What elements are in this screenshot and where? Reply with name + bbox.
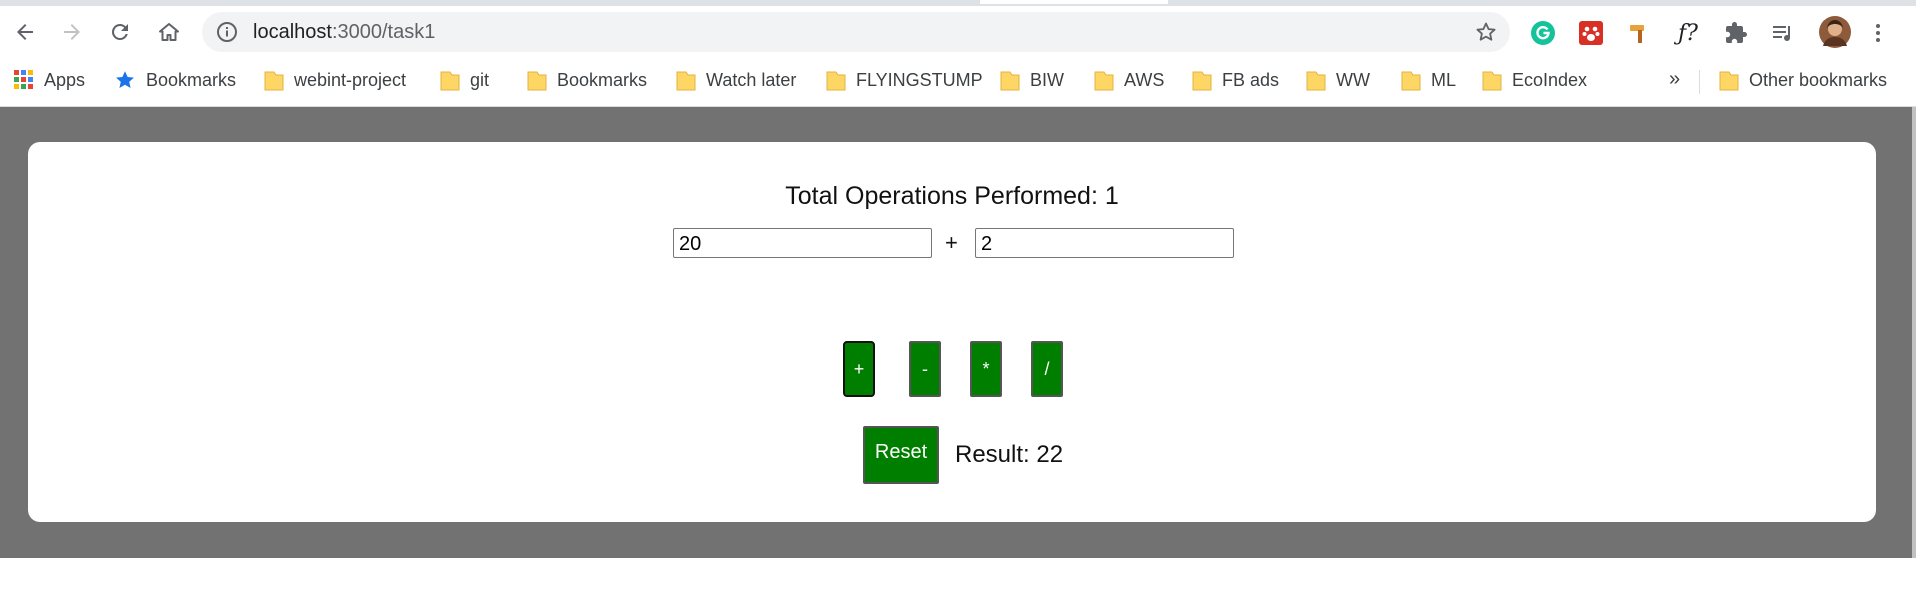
browser-toolbar: localhost:3000/task1 ƒ?: [0, 6, 1916, 56]
profile-avatar[interactable]: [1818, 15, 1852, 49]
bookmark-label: ML: [1431, 69, 1457, 90]
folder-icon: [264, 69, 284, 91]
bookmark-other-bookmarks[interactable]: Other bookmarks: [1719, 66, 1887, 94]
subtract-button[interactable]: -: [909, 341, 941, 397]
bookmark-webint-project[interactable]: webint-project: [264, 66, 406, 94]
bookmark-bookmarks-star[interactable]: Bookmarks: [114, 66, 236, 94]
grammarly-icon[interactable]: [1529, 19, 1557, 47]
bookmark-label: Watch later: [706, 69, 797, 90]
folder-icon: [1306, 69, 1326, 91]
bookmark-git[interactable]: git: [440, 66, 489, 94]
url-text: localhost:3000/task1: [253, 21, 435, 44]
info-icon[interactable]: [216, 21, 238, 48]
bookmark-label: BIW: [1030, 69, 1064, 90]
add-button[interactable]: +: [843, 341, 875, 397]
bookmark-label: Apps: [44, 69, 86, 90]
bookmark-biw[interactable]: BIW: [1000, 66, 1064, 94]
bookmark-label: WW: [1336, 69, 1370, 90]
current-operator-label: +: [945, 230, 958, 255]
folder-icon: [826, 69, 846, 91]
bookmark-apps[interactable]: Apps: [14, 66, 85, 94]
active-tab-edge: [980, 0, 1168, 4]
address-bar[interactable]: localhost:3000/task1: [202, 12, 1510, 52]
url-path: :3000/task1: [331, 21, 436, 43]
bookmark-label: Other bookmarks: [1749, 69, 1888, 90]
puzzle-extensions-icon[interactable]: [1722, 19, 1750, 47]
multiply-button[interactable]: *: [970, 341, 1002, 397]
bookmark-label: FB ads: [1222, 69, 1280, 90]
bookmark-bookmarks-folder[interactable]: Bookmarks: [527, 66, 647, 94]
bookmark-ecoindex[interactable]: EcoIndex: [1482, 66, 1587, 94]
reload-icon: [111, 23, 128, 40]
operand-1-input[interactable]: [673, 228, 932, 258]
bookmark-fb-ads[interactable]: FB ads: [1192, 66, 1279, 94]
folder-icon: [527, 69, 547, 91]
forward-button[interactable]: [55, 15, 89, 49]
calculator-card: Total Operations Performed: 1 + + - * / …: [28, 142, 1876, 522]
bookmark-label: Bookmarks: [146, 69, 237, 90]
bookmark-label: Bookmarks: [557, 69, 648, 90]
page-bottom: [0, 558, 1916, 594]
page-scrollbar[interactable]: [1912, 107, 1916, 558]
bookmark-aws[interactable]: AWS: [1094, 66, 1164, 94]
bookmark-flyingstump[interactable]: FLYINGSTUMP: [826, 66, 983, 94]
result-text: Result: 22: [955, 441, 1064, 468]
bookmarks-overflow-button[interactable]: »: [1669, 68, 1680, 91]
paw-extension-icon[interactable]: [1577, 19, 1605, 47]
folder-icon: [1192, 69, 1212, 91]
bookmark-label: FLYINGSTUMP: [856, 69, 983, 90]
folder-icon: [676, 69, 696, 91]
reset-button[interactable]: Reset: [863, 426, 939, 484]
bookmark-watch-later[interactable]: Watch later: [676, 66, 796, 94]
bookmark-label: git: [470, 69, 490, 90]
function-extension-icon[interactable]: ƒ?: [1674, 19, 1702, 47]
folder-icon: [1719, 69, 1739, 91]
folder-icon: [1094, 69, 1114, 91]
arrow-left-icon: [17, 24, 33, 40]
folder-icon: [440, 69, 460, 91]
reload-button[interactable]: [103, 15, 137, 49]
arrow-right-icon: [64, 24, 80, 40]
bookmark-label: AWS: [1124, 69, 1165, 90]
media-queue-icon[interactable]: [1769, 19, 1797, 47]
folder-icon: [1482, 69, 1502, 91]
bookmarks-bar: Apps Bookmarks webint-project git Bookma…: [0, 56, 1916, 107]
star-icon: [114, 69, 136, 91]
bookmark-ww[interactable]: WW: [1306, 66, 1370, 94]
hammer-extension-icon[interactable]: [1626, 19, 1654, 47]
bookmark-label: EcoIndex: [1512, 69, 1588, 90]
apps-grid-icon: [14, 70, 34, 90]
kebab-menu-icon[interactable]: [1864, 19, 1892, 47]
operations-count-heading: Total Operations Performed: 1: [785, 182, 1119, 210]
url-host: localhost: [253, 21, 332, 43]
bookmark-star-icon[interactable]: [1474, 20, 1498, 49]
bookmark-label: webint-project: [294, 69, 407, 90]
bookmarks-divider: [1699, 70, 1700, 94]
home-icon: [159, 23, 179, 41]
home-button[interactable]: [152, 15, 186, 49]
bookmark-ml[interactable]: ML: [1401, 66, 1456, 94]
folder-icon: [1401, 69, 1421, 91]
operand-2-input[interactable]: [975, 228, 1234, 258]
back-button[interactable]: [8, 15, 42, 49]
page-viewport: Total Operations Performed: 1 + + - * / …: [0, 107, 1912, 558]
divide-button[interactable]: /: [1031, 341, 1063, 397]
folder-icon: [1000, 69, 1020, 91]
